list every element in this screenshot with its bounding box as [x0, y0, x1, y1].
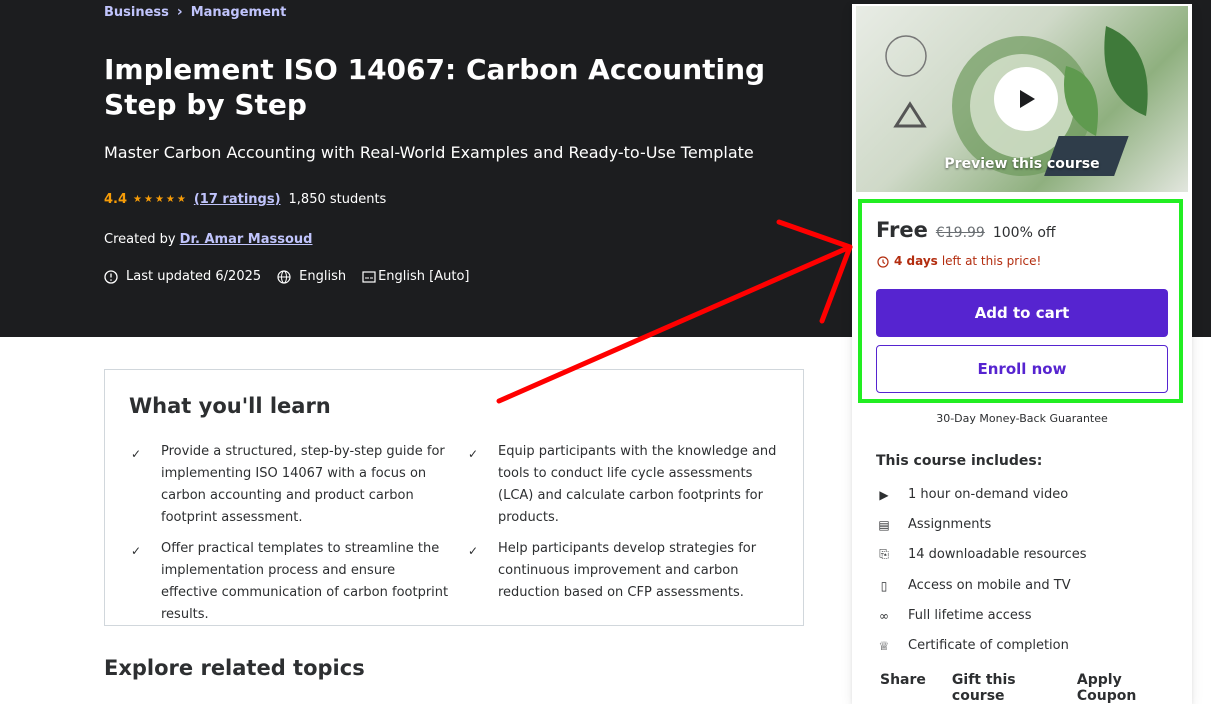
trophy-icon: ♕	[878, 638, 890, 653]
check-icon: ✓	[468, 544, 479, 558]
what-youll-learn: What you'll learn ✓ Provide a structured…	[104, 369, 804, 626]
learn-item: ✓ Offer practical templates to streamlin…	[131, 541, 449, 622]
course-title: Implement ISO 14067: Carbon Accounting S…	[104, 53, 766, 121]
meta-row: Last updated 6/2025 English English [Aut…	[104, 269, 486, 284]
learn-item: ✓ Provide a structured, step-by-step gui…	[131, 444, 445, 525]
share-button[interactable]: Share	[880, 672, 926, 704]
breadcrumb: Business › Management	[104, 4, 286, 20]
rating-value: 4.4	[104, 192, 128, 207]
rating-row: 4.4 ★★★★★ (17 ratings) 1,850 students	[104, 192, 386, 207]
chevron-right-icon: ›	[176, 4, 183, 20]
assignment-icon: ▤	[878, 517, 890, 532]
globe-icon	[277, 269, 291, 284]
course-subtitle: Master Carbon Accounting with Real-World…	[104, 143, 754, 162]
captions-icon	[362, 270, 376, 283]
students-count: 1,850 students	[288, 192, 387, 207]
money-back-guarantee: 30-Day Money-Back Guarantee	[936, 412, 1108, 425]
check-icon: ✓	[131, 544, 142, 558]
learn-item: ✓ Equip participants with the knowledge …	[468, 444, 777, 525]
ratings-link[interactable]: (17 ratings)	[194, 192, 281, 207]
highlight-box	[858, 199, 1183, 403]
include-item: ⎘ 14 downloadable resources	[876, 547, 1086, 562]
alert-icon	[104, 269, 118, 284]
includes-title: This course includes:	[876, 453, 1043, 469]
apply-coupon-button[interactable]: Apply Coupon	[1077, 672, 1166, 704]
sidebar-links: Share Gift this course Apply Coupon	[880, 672, 1192, 704]
created-by-label: Created by	[104, 232, 176, 247]
learn-item: ✓ Help participants develop strategies f…	[468, 541, 757, 600]
last-updated: Last updated 6/2025	[126, 269, 262, 284]
learn-title: What you'll learn	[129, 394, 331, 418]
include-item: ♕ Certificate of completion	[876, 638, 1069, 653]
check-icon: ✓	[131, 447, 142, 461]
breadcrumb-business[interactable]: Business	[104, 5, 169, 20]
include-item: ∞ Full lifetime access	[876, 608, 1031, 623]
include-item: ▶ 1 hour on-demand video	[876, 487, 1068, 502]
breadcrumb-management[interactable]: Management	[191, 5, 287, 20]
created-by: Created by Dr. Amar Massoud	[104, 232, 312, 247]
course-preview[interactable]: Preview this course	[856, 6, 1188, 192]
explore-title: Explore related topics	[104, 656, 365, 680]
include-item: ▯ Access on mobile and TV	[876, 578, 1071, 593]
star-rating-icon: ★★★★★	[133, 194, 188, 205]
video-icon: ▶	[879, 487, 889, 502]
play-icon	[1020, 90, 1035, 108]
gift-course-button[interactable]: Gift this course	[952, 672, 1051, 704]
play-button[interactable]	[994, 67, 1058, 131]
download-icon: ⎘	[879, 547, 889, 561]
infinity-icon: ∞	[879, 608, 889, 623]
instructor-link[interactable]: Dr. Amar Massoud	[180, 232, 313, 247]
mobile-icon: ▯	[880, 578, 888, 593]
captions: English [Auto]	[378, 269, 470, 284]
preview-label: Preview this course	[944, 156, 1100, 172]
include-item: ▤ Assignments	[876, 517, 991, 532]
check-icon: ✓	[468, 447, 479, 461]
language: English	[299, 269, 347, 284]
